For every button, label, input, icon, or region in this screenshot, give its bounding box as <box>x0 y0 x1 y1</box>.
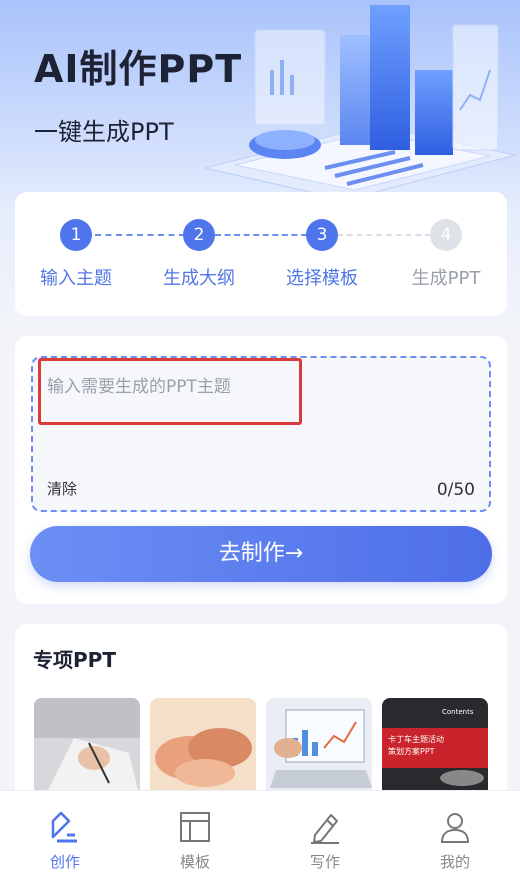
special-ppt-title: 专项PPT <box>33 648 116 672</box>
step-1-badge: 1 <box>60 219 92 251</box>
create-icon <box>51 811 77 843</box>
step-2-badge: 2 <box>183 219 215 251</box>
template-icon <box>180 812 210 842</box>
thumbnail-hands[interactable] <box>150 698 256 798</box>
thumbnail-laptop[interactable] <box>266 698 372 798</box>
bottom-tab-bar: 创作 模板 写作 我的 <box>0 790 520 885</box>
laptop-dashboard-photo-icon <box>266 698 372 798</box>
step-4-badge: 4 <box>430 219 462 251</box>
holding-hands-photo-icon <box>150 698 256 798</box>
hero-subtitle: 一键生成PPT <box>34 118 174 146</box>
step-1-label: 输入主题 <box>40 268 112 289</box>
topic-input[interactable]: 输入需要生成的PPT主题 清除 0/50 <box>31 356 491 512</box>
tab-template-label: 模板 <box>179 853 210 871</box>
make-button[interactable]: 去制作→ <box>30 526 492 582</box>
tab-write[interactable]: 写作 <box>260 791 390 885</box>
step-3-badge: 3 <box>306 219 338 251</box>
chart-building-illustration <box>204 5 516 200</box>
step-3-label: 选择模板 <box>286 268 358 289</box>
step-4-label: 生成PPT <box>411 268 481 289</box>
steps-card: 1 2 3 4 输入主题 生成大纲 选择模板 生成PPT <box>15 192 507 316</box>
highlight-box <box>38 358 302 425</box>
step-connector <box>215 234 307 236</box>
step-connector <box>337 234 431 236</box>
writing-hand-photo-icon <box>34 698 140 798</box>
car-event-slide-icon: Contents 卡丁车主题活动 策划方案PPT <box>382 698 488 798</box>
tab-write-label: 写作 <box>309 853 340 871</box>
thumbnail-writing[interactable] <box>34 698 140 798</box>
tab-template[interactable]: 模板 <box>130 791 260 885</box>
step-connector <box>95 234 185 236</box>
tab-mine-label: 我的 <box>439 853 470 871</box>
topic-input-card: 输入需要生成的PPT主题 清除 0/50 去制作→ <box>15 336 507 604</box>
clear-button[interactable]: 清除 <box>47 478 77 499</box>
tab-create-label: 创作 <box>49 853 80 871</box>
car-slide-line1: 卡丁车主题活动 <box>388 734 444 744</box>
car-slide-heading: Contents <box>442 708 474 716</box>
thumbnail-car-event[interactable]: Contents 卡丁车主题活动 策划方案PPT <box>382 698 488 798</box>
tab-mine[interactable]: 我的 <box>390 791 520 885</box>
char-counter: 0/50 <box>436 480 475 500</box>
pen-icon <box>311 814 339 844</box>
car-slide-line2: 策划方案PPT <box>388 746 435 756</box>
user-icon <box>440 813 470 843</box>
tab-create[interactable]: 创作 <box>0 791 130 885</box>
step-2-label: 生成大纲 <box>163 268 235 289</box>
